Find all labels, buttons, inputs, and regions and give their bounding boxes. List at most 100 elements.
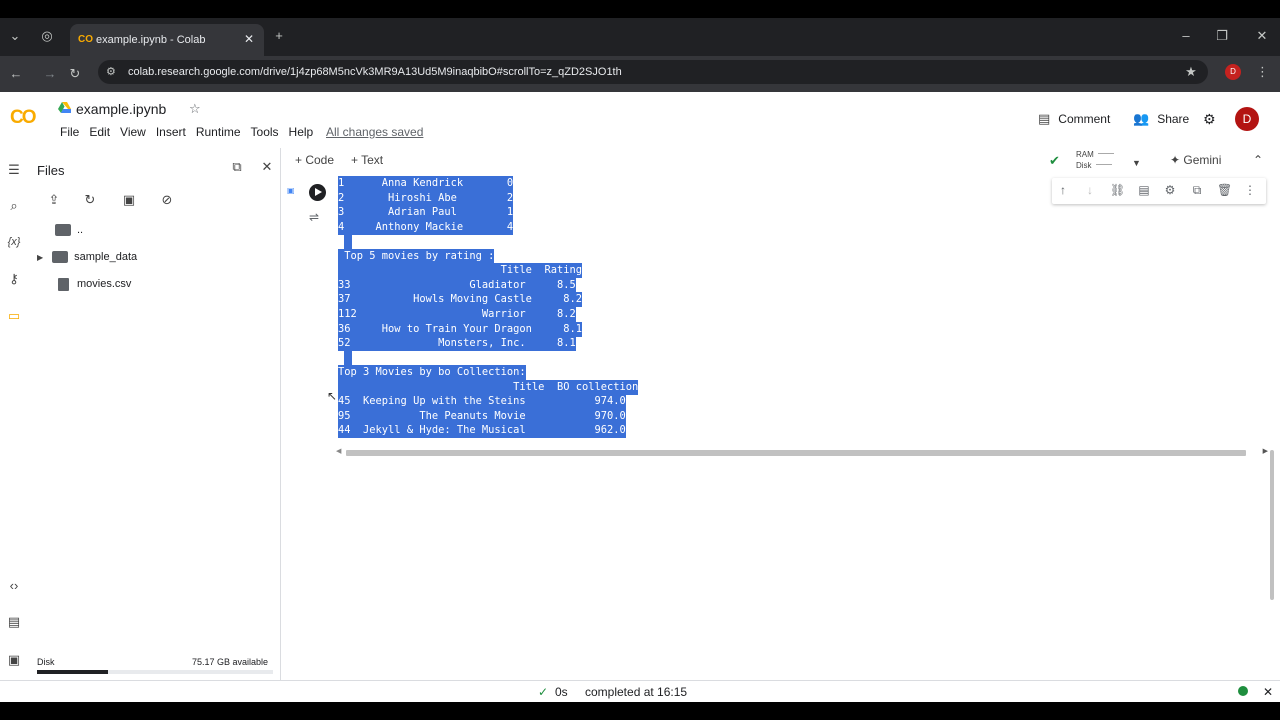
output-line: 44 Jekyll & Hyde: The Musical 962.0: [338, 423, 626, 439]
tree-item-parent[interactable]: ..: [55, 222, 83, 238]
scroll-left-icon[interactable]: ◀: [336, 447, 341, 455]
output-line: Title Rating: [338, 263, 582, 279]
window-topbar: [0, 0, 1280, 18]
files-panel-title: Files: [37, 163, 65, 178]
mount-drive-icon[interactable]: ▣: [120, 192, 138, 208]
link-icon[interactable]: ⛓: [1110, 183, 1125, 197]
new-tab-icon[interactable]: +: [271, 28, 287, 44]
run-cell-button[interactable]: [309, 184, 326, 201]
bookmark-star-icon[interactable]: ★: [1183, 64, 1199, 80]
add-text-button[interactable]: + Text: [351, 153, 383, 168]
minimize-icon[interactable]: –: [1178, 28, 1194, 44]
gemini-button[interactable]: ✦ Gemini: [1170, 153, 1221, 168]
reload-icon[interactable]: ↻: [67, 66, 83, 82]
output-line: Top 5 movies by rating :: [338, 248, 495, 264]
collapse-header-icon[interactable]: ⌃: [1253, 153, 1263, 168]
mouse-cursor-icon: ↖: [327, 389, 338, 403]
secrets-key-icon[interactable]: ⚷: [5, 270, 23, 288]
menu-insert[interactable]: Insert: [151, 125, 191, 140]
disk-available: 75.17 GB available: [192, 657, 269, 667]
colab-favicon-icon: CO: [78, 34, 93, 45]
save-status[interactable]: All changes saved: [326, 125, 423, 140]
files-folder-icon[interactable]: ▭: [5, 307, 23, 325]
move-up-icon[interactable]: ↑: [1056, 183, 1070, 197]
notebook-title[interactable]: example.ipynb: [76, 101, 166, 118]
menu-view[interactable]: View: [115, 125, 151, 140]
comment-cell-icon[interactable]: ▤: [1137, 183, 1151, 197]
share-button[interactable]: 👥 Share: [1133, 110, 1189, 128]
code-snippets-icon[interactable]: ‹›: [5, 577, 23, 595]
menu-edit[interactable]: Edit: [84, 125, 115, 140]
status-completed[interactable]: completed at 16:15: [585, 685, 687, 699]
connected-check-icon[interactable]: ✔: [1049, 153, 1060, 168]
tab-search-icon[interactable]: ⌄: [7, 28, 23, 44]
menu-tools[interactable]: Tools: [246, 125, 284, 140]
runtime-status-dot[interactable]: [1238, 686, 1248, 696]
share-people-icon: 👥: [1133, 111, 1150, 126]
tree-item-sample-data[interactable]: ▶ sample_data: [37, 249, 137, 265]
delete-cell-icon[interactable]: 🗑: [1217, 183, 1232, 197]
settings-gear-icon[interactable]: ⚙: [1203, 110, 1216, 128]
output-menu-icon[interactable]: ⇌: [309, 210, 319, 224]
address-bar[interactable]: ⚙ colab.research.google.com/drive/1j4zp6…: [98, 60, 1208, 84]
close-panel-icon[interactable]: ✕: [258, 159, 276, 175]
toc-icon[interactable]: ☰: [5, 161, 23, 179]
output-line: 37 Howls Moving Castle 8.2: [338, 292, 582, 308]
site-info-icon[interactable]: ⚙: [106, 65, 116, 78]
mirror-cell-icon[interactable]: ⧉: [1190, 183, 1204, 197]
screen-bottom-bar: [0, 702, 1280, 720]
refresh-icon[interactable]: ↻: [81, 192, 99, 208]
search-icon[interactable]: ⌕: [5, 197, 23, 215]
chrome-menu-icon[interactable]: ⋮: [1256, 64, 1269, 80]
tab-close-icon[interactable]: ✕: [244, 32, 254, 46]
cell-settings-icon[interactable]: ⚙: [1163, 183, 1177, 197]
ram-label: RAM: [1076, 150, 1094, 159]
user-avatar[interactable]: D: [1235, 107, 1259, 131]
profile-avatar[interactable]: D: [1225, 64, 1241, 80]
expand-arrow-icon[interactable]: ▶: [37, 253, 43, 262]
output-line: 33 Gladiator 8.5: [338, 277, 576, 293]
more-actions-icon[interactable]: ⋮: [1243, 183, 1257, 197]
close-status-icon[interactable]: ✕: [1263, 685, 1273, 699]
menubar: File Edit View Insert Runtime Tools Help: [55, 125, 318, 140]
browser-tabstrip: ⌄ ◎ CO example.ipynb - Colab ✕ + – ❐ ✕: [0, 0, 1280, 56]
output-line: 52 Monsters, Inc. 8.1: [338, 336, 576, 352]
terminal-icon[interactable]: ▣: [5, 651, 23, 669]
output-line: 45 Keeping Up with the Steins 974.0: [338, 394, 626, 410]
variables-icon[interactable]: {x}: [5, 233, 23, 251]
menu-help[interactable]: Help: [284, 125, 319, 140]
chrome-icon[interactable]: ◎: [39, 28, 55, 44]
tree-item-movies-csv[interactable]: movies.csv: [58, 276, 131, 292]
output-blank-line: [344, 350, 352, 366]
output-line: 112 Warrior 8.2: [338, 306, 576, 322]
window-close-icon[interactable]: ✕: [1254, 28, 1270, 44]
drive-icon: [58, 102, 71, 113]
menu-file[interactable]: File: [55, 125, 84, 140]
colab-logo[interactable]: CO: [10, 108, 46, 128]
open-in-tab-icon[interactable]: ⧉: [228, 159, 246, 175]
move-down-icon[interactable]: ↓: [1083, 183, 1097, 197]
add-code-button[interactable]: + Code: [295, 153, 334, 168]
runtime-dropdown-icon[interactable]: ▼: [1132, 156, 1141, 171]
forward-icon[interactable]: →: [42, 66, 58, 82]
command-palette-icon[interactable]: ▤: [5, 613, 23, 631]
disk-usage-fill: [37, 670, 108, 674]
horizontal-scrollbar[interactable]: ◀ ▶: [336, 447, 1268, 458]
share-label: Share: [1157, 112, 1190, 126]
output-line: Top 3 Movies by bo Collection:: [338, 365, 526, 381]
vertical-scrollbar[interactable]: [1270, 450, 1274, 600]
restore-icon[interactable]: ❐: [1214, 28, 1230, 44]
scrollbar-thumb[interactable]: [346, 450, 1246, 456]
menu-runtime[interactable]: Runtime: [191, 125, 246, 140]
disk-meter-label: Disk: [1076, 161, 1092, 170]
browser-tab[interactable]: CO example.ipynb - Colab ✕: [70, 24, 264, 56]
output-blank-line: [344, 234, 352, 250]
resource-meter[interactable]: RAM Disk: [1076, 149, 1114, 171]
notebook-toolbar: [282, 148, 1280, 174]
hide-files-icon[interactable]: ⊘: [158, 192, 176, 208]
upload-file-icon[interactable]: ⇪: [45, 192, 63, 208]
scroll-right-icon[interactable]: ▶: [1263, 447, 1268, 455]
back-icon[interactable]: ←: [8, 66, 24, 82]
star-icon[interactable]: ☆: [189, 101, 201, 117]
comment-button[interactable]: ▤ Comment: [1038, 110, 1110, 128]
